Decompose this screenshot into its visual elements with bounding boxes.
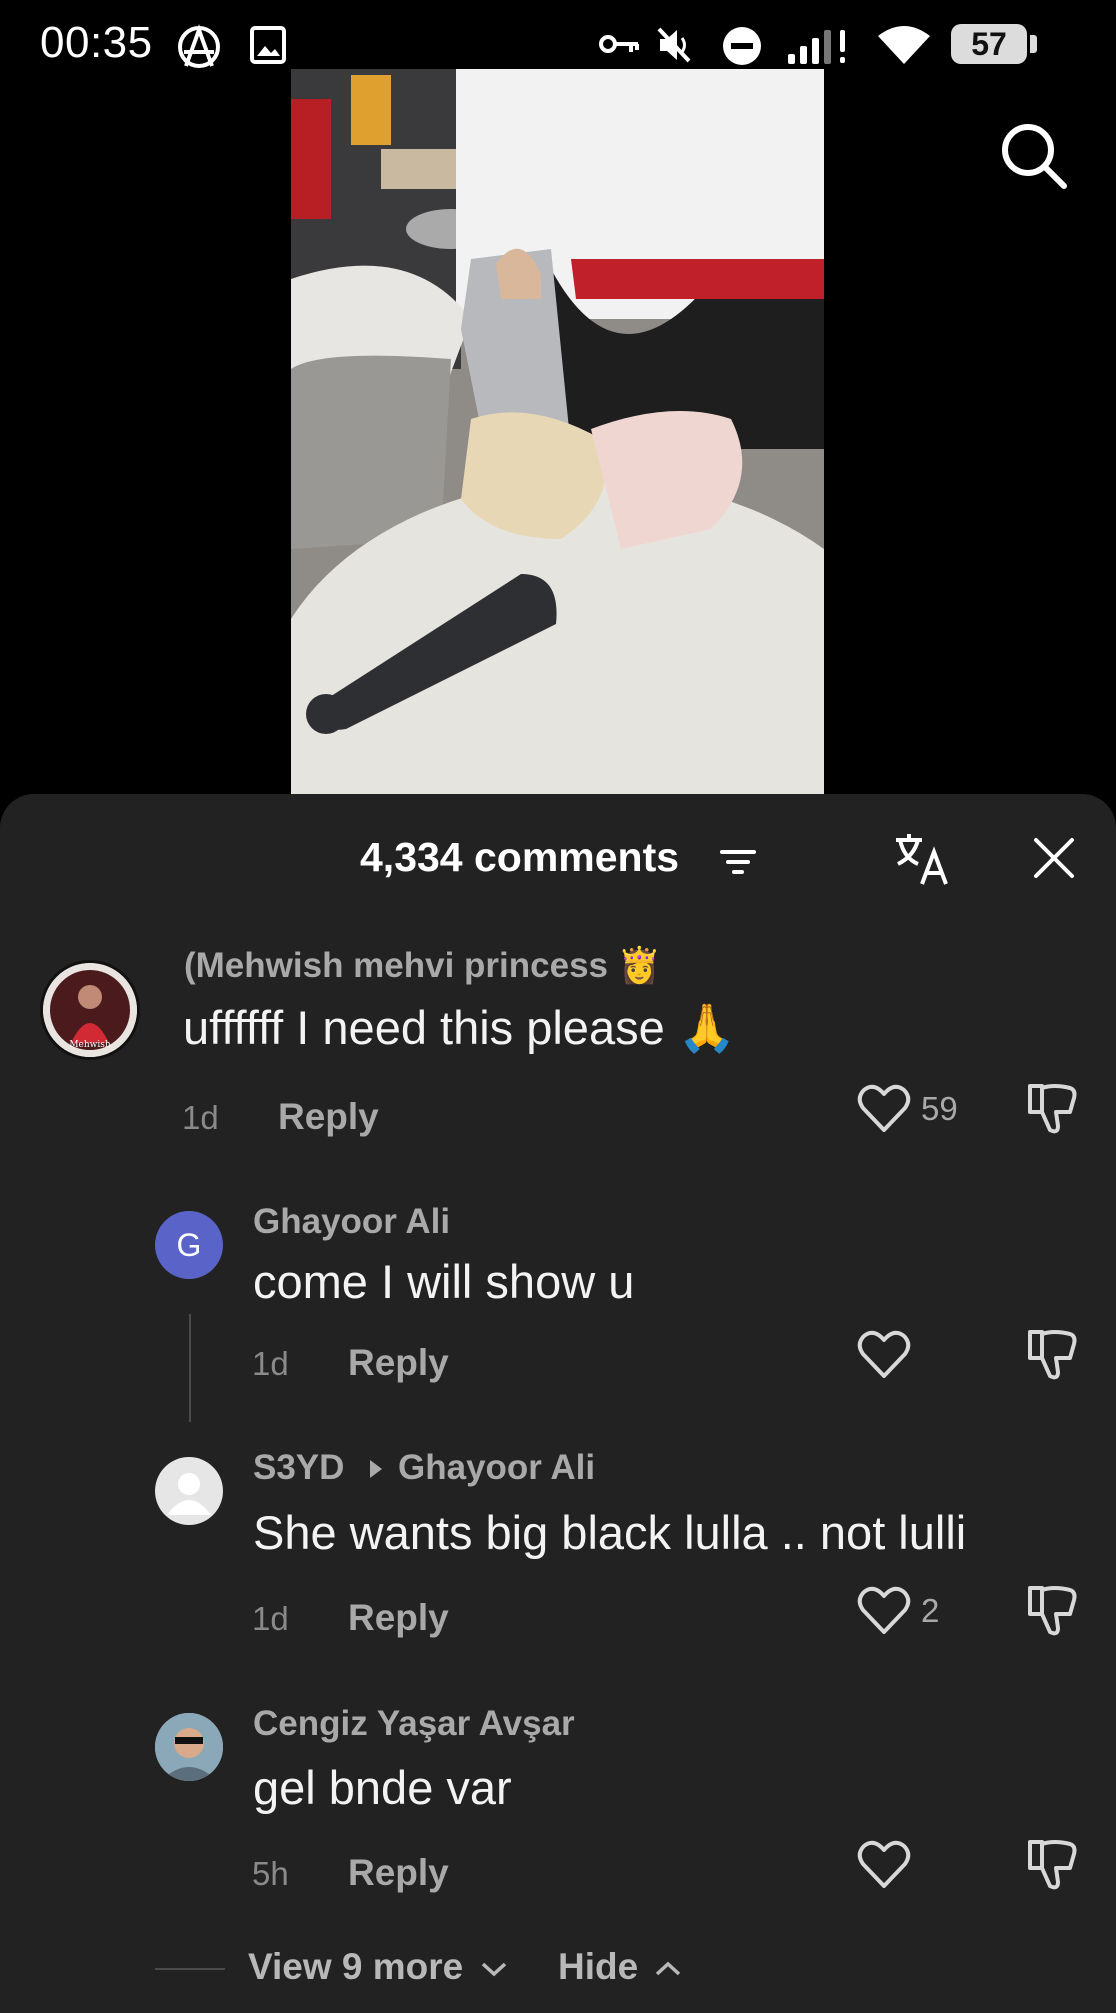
hide-replies-button[interactable]: Hide <box>558 1946 682 1988</box>
thread-line <box>189 1314 191 1422</box>
comment-time: 1d <box>252 1345 289 1382</box>
avatar-image <box>155 1713 223 1781</box>
reply-button[interactable]: Reply <box>278 1096 379 1138</box>
comments-header: 4,334 comments <box>0 794 1116 918</box>
reply-button[interactable]: Reply <box>348 1852 449 1894</box>
hide-label: Hide <box>558 1946 639 1987</box>
dislike-icon[interactable] <box>1024 1326 1080 1382</box>
avatar[interactable]: G <box>155 1211 223 1279</box>
comment-time: 5h <box>252 1855 289 1892</box>
signal-icon <box>786 26 858 71</box>
gallery-icon <box>250 26 286 69</box>
do-not-disturb-icon <box>722 26 762 71</box>
avatar[interactable] <box>155 1457 223 1525</box>
comment-time: 1d <box>182 1099 219 1136</box>
video-frame-image <box>291 69 824 794</box>
chevron-down-icon <box>481 1962 506 1977</box>
heart-icon[interactable] <box>856 1326 912 1382</box>
avatar-caption: Mehwish <box>69 1040 111 1050</box>
wifi-icon <box>876 24 932 71</box>
search-icon <box>1002 124 1067 189</box>
comment-username[interactable]: Cengiz Yaşar Avşar <box>253 1704 575 1744</box>
battery-icon: 57 <box>951 24 1027 64</box>
comment-text: She wants big black lulla .. not lulli <box>253 1506 967 1559</box>
heart-icon[interactable] <box>856 1836 912 1892</box>
comment-username[interactable]: S3YD <box>253 1448 344 1488</box>
default-avatar-icon <box>167 1473 211 1515</box>
avatar[interactable]: Mehwish <box>40 960 140 1060</box>
view-more-label: View 9 more <box>248 1946 464 1987</box>
avatar[interactable] <box>155 1713 223 1781</box>
view-more-button[interactable]: View 9 more <box>248 1946 508 1988</box>
anarchy-icon <box>176 24 222 75</box>
battery-tip <box>1030 35 1037 53</box>
comment-time: 1d <box>252 1600 289 1637</box>
comment-text: gel bnde var <box>253 1761 512 1814</box>
view-more-divider <box>155 1968 225 1970</box>
comment-username[interactable]: Ghayoor Ali <box>253 1202 450 1242</box>
caret-right-icon <box>368 1458 384 1485</box>
chevron-up-icon <box>656 1961 681 1976</box>
reply-button[interactable]: Reply <box>348 1597 449 1639</box>
translate-icon[interactable] <box>892 830 952 890</box>
mute-icon <box>656 26 692 69</box>
screen: 00:35 57 4,334 comments Mehwish (Mehwish… <box>0 0 1116 2013</box>
heart-icon[interactable] <box>856 1582 912 1638</box>
reply-button[interactable]: Reply <box>348 1342 449 1384</box>
like-count: 59 <box>921 1090 958 1127</box>
filter-icon[interactable] <box>720 848 756 881</box>
comment-text: come I will show u <box>253 1255 635 1308</box>
close-icon[interactable] <box>1030 834 1078 882</box>
search-button[interactable] <box>996 118 1070 192</box>
dislike-icon[interactable] <box>1024 1836 1080 1892</box>
video-player[interactable] <box>291 69 824 794</box>
avatar-image: Mehwish <box>43 963 137 1057</box>
comments-count-title: 4,334 comments <box>360 834 680 880</box>
vpn-key-icon <box>598 30 640 63</box>
comment-text: uffffff I need this please 🙏 <box>183 1001 737 1054</box>
dislike-icon[interactable] <box>1024 1080 1080 1136</box>
status-time: 00:35 <box>40 18 153 67</box>
heart-icon[interactable] <box>856 1080 912 1136</box>
comment-username[interactable]: (Mehwish mehvi princess 👸 <box>184 945 661 986</box>
like-count: 2 <box>921 1592 940 1629</box>
dislike-icon[interactable] <box>1024 1582 1080 1638</box>
reply-to-username[interactable]: Ghayoor Ali <box>398 1448 595 1488</box>
